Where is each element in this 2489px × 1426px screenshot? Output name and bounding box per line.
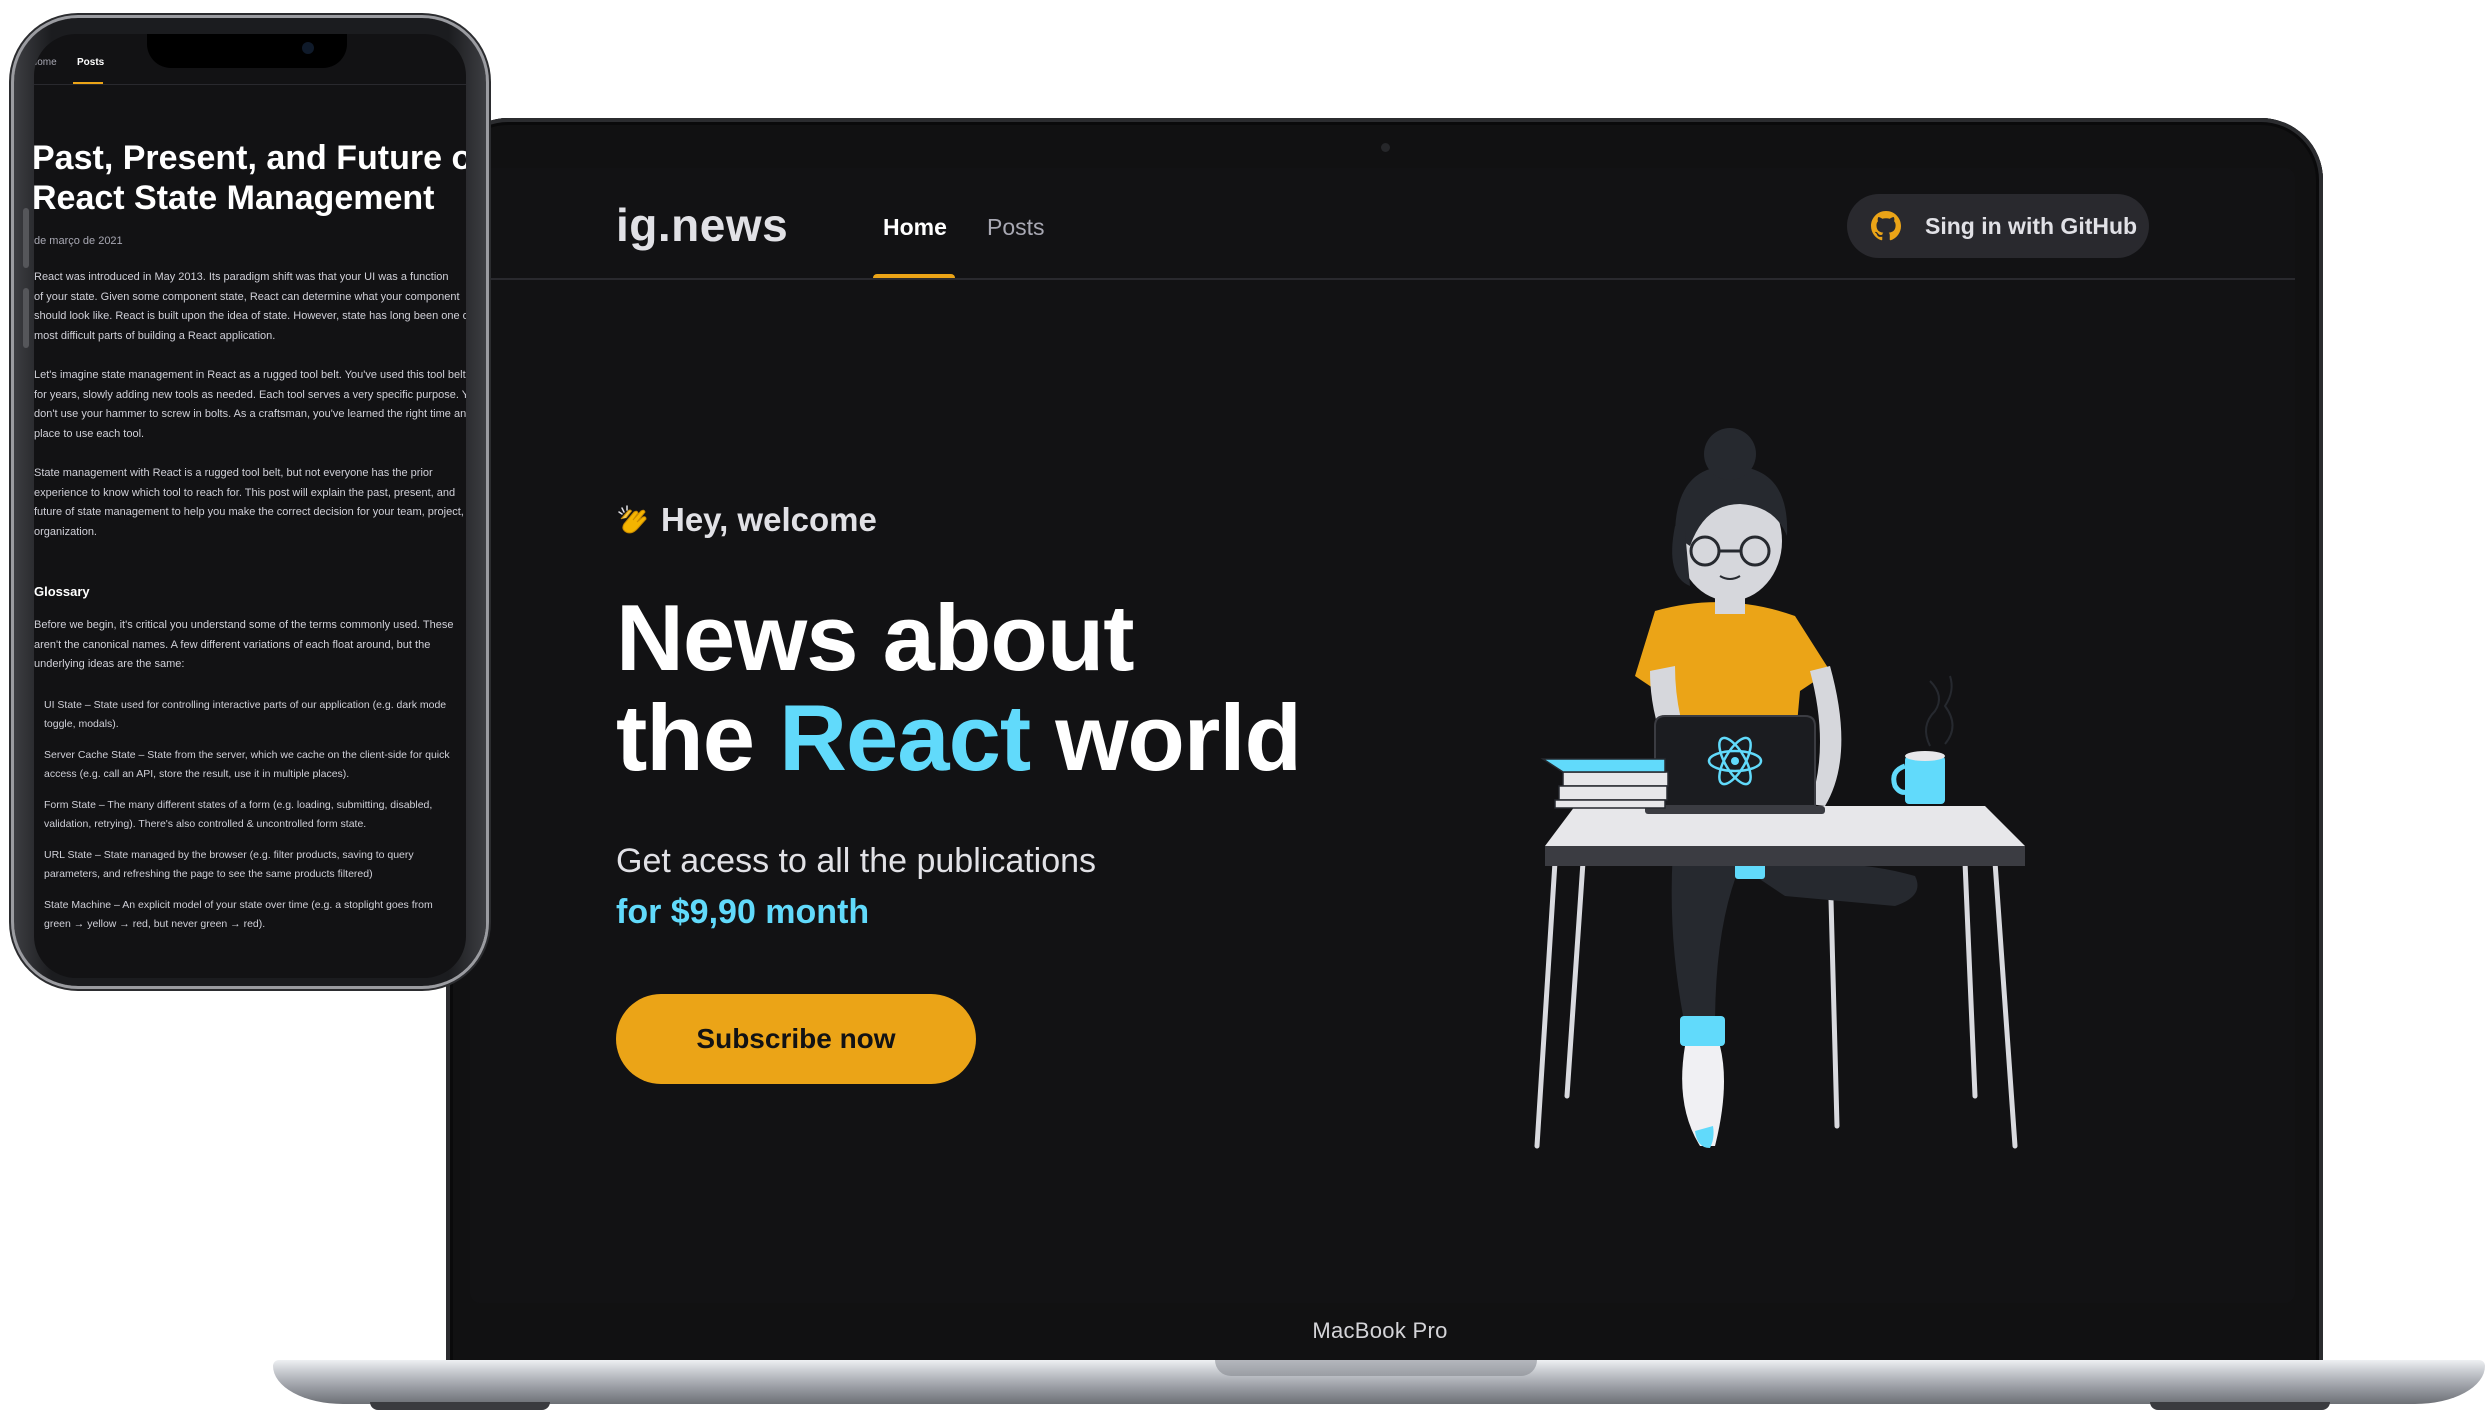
paragraph-line: of your state. Given some component stat… bbox=[34, 290, 460, 303]
paragraph-line: for years, slowly adding new tools as ne… bbox=[34, 388, 466, 401]
phone-camera bbox=[302, 42, 314, 54]
list-item-line: green → yellow → red, but never green → … bbox=[44, 918, 266, 930]
post-title: Past, Present, and Future of React State… bbox=[34, 138, 466, 218]
hero-greeting: Hey, welcome bbox=[661, 501, 877, 538]
laptop-screen: ig.news Home Posts Sing in with GitHub H… bbox=[470, 168, 2295, 1303]
list-item-line: UI State – State used for controlling in… bbox=[44, 699, 447, 711]
list-item-line: access (e.g. call an API, store the resu… bbox=[44, 768, 350, 780]
glossary-item: URL State – State managed by the browser… bbox=[44, 846, 414, 884]
hero-title-line2-pre: the bbox=[616, 685, 780, 790]
nav-posts-link[interactable]: Posts bbox=[987, 214, 1045, 241]
laptop-base-notch bbox=[1215, 1360, 1537, 1376]
site-header: ig.news Home Posts Sing in with GitHub bbox=[470, 168, 2295, 280]
paragraph-line: aren't the canonical names. A few differ… bbox=[34, 638, 431, 651]
paragraph-line: future of state management to help you m… bbox=[34, 506, 466, 518]
paragraph-line: React was introduced in May 2013. Its pa… bbox=[34, 271, 449, 283]
laptop-foot-right bbox=[2150, 1402, 2330, 1410]
clapping-hands-icon bbox=[618, 505, 647, 534]
list-item-line: Server Cache State – State from the serv… bbox=[44, 749, 450, 761]
paragraph-line: underlying ideas are the same: bbox=[34, 658, 185, 670]
hero-title-line1: News about bbox=[616, 585, 1135, 690]
post-paragraph: Let's imagine state management in React … bbox=[34, 366, 466, 444]
glossary-item: State Machine – An explicit model of you… bbox=[44, 896, 433, 934]
phone-header-divider bbox=[34, 84, 466, 85]
phone-volume-up bbox=[23, 208, 29, 268]
site-logo[interactable]: ig.news bbox=[616, 198, 788, 252]
laptop-brand-label: MacBook Pro bbox=[1312, 1318, 1448, 1343]
phone-notch bbox=[147, 34, 347, 68]
list-item-line: validation, retrying). There's also cont… bbox=[44, 818, 367, 830]
hero-title: News about the React world bbox=[616, 585, 1302, 790]
list-item-line: Form State – The many different states o… bbox=[44, 799, 433, 811]
glossary-item: Server Cache State – State from the serv… bbox=[44, 746, 450, 784]
github-icon bbox=[1871, 211, 1901, 241]
laptop-foot-left bbox=[370, 1402, 550, 1410]
list-item-line: toggle, modals). bbox=[44, 718, 119, 730]
paragraph-line: Before we begin, it's critical you under… bbox=[34, 619, 454, 631]
phone-nav-home-link[interactable]: Home bbox=[34, 57, 57, 68]
paragraph-line: Let's imagine state management in React … bbox=[34, 369, 466, 381]
paragraph-line: should look like. React is built upon th… bbox=[34, 310, 466, 322]
paragraph-line: place to use each tool. bbox=[34, 427, 145, 440]
paragraph-line: State management with React is a rugged … bbox=[34, 467, 433, 479]
list-item-line: parameters, and refreshing the page to s… bbox=[44, 868, 373, 880]
glossary-item: Form State – The many different states o… bbox=[44, 796, 432, 834]
paragraph-line: experience to know which tool to reach f… bbox=[34, 486, 456, 499]
hero-title-accent: React bbox=[779, 685, 1031, 790]
paragraph-line: organization. bbox=[34, 525, 97, 538]
phone-nav-posts-link[interactable]: Posts bbox=[77, 57, 104, 68]
list-item-line: State Machine – An explicit model of you… bbox=[44, 899, 433, 911]
glossary-heading: Glossary bbox=[34, 584, 90, 599]
list-item-line: URL State – State managed by the browser… bbox=[44, 849, 414, 861]
subscribe-button[interactable]: Subscribe now bbox=[616, 994, 976, 1084]
glossary-item: UI State – State used for controlling in… bbox=[44, 696, 446, 734]
post-title-line2: React State Management bbox=[34, 179, 435, 217]
phone-volume-down bbox=[23, 288, 29, 348]
post-paragraph: React was introduced in May 2013. Its pa… bbox=[34, 268, 466, 346]
hero-price: for $9,90 month bbox=[616, 893, 870, 931]
hero-subtitle: Get acess to all the publications bbox=[616, 842, 1097, 880]
nav-home-link[interactable]: Home bbox=[883, 214, 947, 241]
github-signin-button[interactable]: Sing in with GitHub bbox=[1847, 194, 2149, 258]
avatar-illustration bbox=[1534, 428, 2025, 1149]
paragraph-line: don't use your hammer to screw in bolts.… bbox=[34, 408, 466, 420]
phone-screen: Home Posts Past, Present, and Future of … bbox=[34, 34, 466, 978]
active-nav-indicator bbox=[873, 274, 955, 278]
github-signin-label: Sing in with GitHub bbox=[1925, 213, 2138, 239]
laptop-camera bbox=[1381, 143, 1390, 152]
hero-title-line2-post: world bbox=[1030, 685, 1302, 790]
glossary-intro: Before we begin, it's critical you under… bbox=[34, 616, 454, 675]
paragraph-line: most difficult parts of building a React… bbox=[34, 329, 276, 342]
post-title-line1: Past, Present, and Future of bbox=[34, 139, 466, 177]
post-paragraph: State management with React is a rugged … bbox=[34, 464, 466, 542]
post-date: de março de 2021 bbox=[34, 235, 123, 247]
